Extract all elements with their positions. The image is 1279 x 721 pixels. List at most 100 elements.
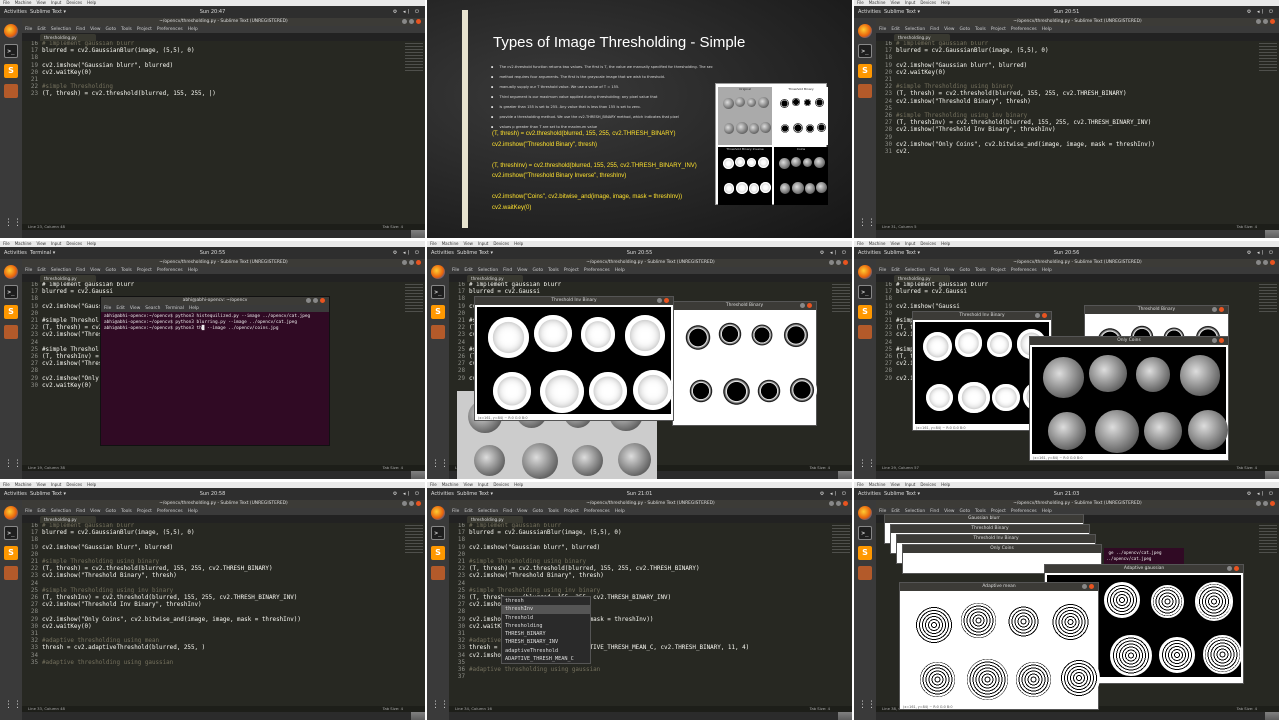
terminal-icon[interactable]: >_ (4, 285, 18, 299)
close-icon[interactable] (843, 260, 848, 265)
autocomplete-item[interactable]: adaptiveThreshold (502, 647, 590, 655)
menu-item-view[interactable]: View (90, 508, 100, 515)
menu-item-find[interactable]: Find (76, 508, 85, 515)
tab-size[interactable]: Tab Size: 4 (383, 224, 403, 230)
menu-item-goto[interactable]: Goto (106, 26, 117, 33)
terminal-icon[interactable]: >_ (858, 44, 872, 58)
close-icon[interactable] (1042, 313, 1047, 318)
firefox-icon[interactable] (431, 506, 445, 520)
terminal-icon[interactable]: >_ (4, 44, 18, 58)
menu-item-tools[interactable]: Tools (548, 508, 559, 515)
terminal-menu-item[interactable]: View (130, 305, 140, 312)
maximize-icon[interactable] (409, 260, 414, 265)
sublime-icon[interactable]: S (4, 546, 18, 560)
menu-item-help[interactable]: Help (1042, 267, 1052, 274)
threshold-binary-window[interactable]: Threshold Binary (672, 301, 818, 426)
tab-size[interactable]: Tab Size: 4 (383, 465, 403, 471)
tab-size[interactable]: Tab Size: 4 (810, 706, 830, 712)
apps-grid-icon[interactable]: ⋮⋮ (4, 457, 22, 471)
menu-item-find[interactable]: Find (76, 267, 85, 274)
terminal-icon[interactable]: >_ (858, 285, 872, 299)
sublime-icon[interactable]: S (4, 64, 18, 78)
close-icon[interactable] (843, 501, 848, 506)
minimize-icon[interactable] (1227, 566, 1232, 571)
tab-size[interactable]: Tab Size: 4 (383, 706, 403, 712)
menu-item-preferences[interactable]: Preferences (157, 26, 183, 33)
code-editor[interactable]: 16 # implement gaussian blurr 17 blurred = … (876, 41, 1257, 224)
close-icon[interactable] (320, 298, 325, 303)
minimap[interactable] (832, 284, 850, 314)
code-editor[interactable]: 16 # implement gaussian blurr 17 blurred = … (22, 41, 403, 224)
autocomplete-item[interactable]: Threshold (502, 614, 590, 622)
terminal-menu-item[interactable]: File (104, 305, 111, 312)
apps-grid-icon[interactable]: ⋮⋮ (858, 457, 876, 471)
system-tray[interactable]: ⚙ ◂) ⏻ (1247, 491, 1275, 497)
menu-item-find[interactable]: Find (930, 26, 939, 33)
menu-item-help[interactable]: Help (188, 267, 198, 274)
menu-item-find[interactable]: Find (503, 508, 512, 515)
close-icon[interactable] (1234, 566, 1239, 571)
system-tray[interactable]: ⚙ ◂) ⏻ (393, 9, 421, 15)
maximize-icon[interactable] (409, 501, 414, 506)
menu-item-selection[interactable]: Selection (905, 26, 925, 33)
clock[interactable]: Sun 20:51 (854, 9, 1279, 15)
terminal-menu-item[interactable]: Edit (116, 305, 125, 312)
terminal-output[interactable]: abhi@abhi-opencv:~/opencv$ python3 histe… (101, 312, 329, 334)
terminal-icon[interactable]: >_ (431, 285, 445, 299)
system-tray[interactable]: ⚙ ◂) ⏻ (393, 250, 421, 256)
menu-item-edit[interactable]: Edit (37, 26, 46, 33)
image-canvas[interactable] (675, 312, 818, 419)
apps-grid-icon[interactable]: ⋮⋮ (4, 216, 22, 230)
menu-item-find[interactable]: Find (76, 26, 85, 33)
minimize-icon[interactable] (829, 501, 834, 506)
menu-item-help[interactable]: Help (615, 508, 625, 515)
menu-item-preferences[interactable]: Preferences (1011, 26, 1037, 33)
tab-thresholding-py[interactable]: thresholding.py (894, 34, 950, 41)
minimize-icon[interactable] (306, 298, 311, 303)
tab-thresholding-py[interactable]: thresholding.py (467, 275, 523, 282)
menu-item-project[interactable]: Project (564, 508, 579, 515)
system-tray[interactable]: ⚙ ◂) ⏻ (820, 491, 848, 497)
apps-grid-icon[interactable]: ⋮⋮ (431, 698, 449, 712)
autocomplete-item[interactable]: Thresholding (502, 622, 590, 630)
sublime-icon[interactable]: S (858, 546, 872, 560)
apps-grid-icon[interactable]: ⋮⋮ (431, 457, 449, 471)
menu-item-project[interactable]: Project (137, 267, 152, 274)
close-icon[interactable] (1219, 338, 1224, 343)
clock[interactable]: Sun 20:55 (427, 250, 852, 256)
maximize-icon[interactable] (409, 19, 414, 24)
apps-grid-icon[interactable]: ⋮⋮ (858, 698, 876, 712)
sublime-icon[interactable]: S (858, 64, 872, 78)
menu-item-preferences[interactable]: Preferences (157, 267, 183, 274)
terminal-window[interactable]: abhi@abhi-opencv: ~/opencv File Edit View Se… (100, 296, 330, 446)
menu-item-selection[interactable]: Selection (51, 26, 71, 33)
menu-item-goto[interactable]: Goto (960, 267, 971, 274)
sublime-icon[interactable]: S (858, 305, 872, 319)
close-icon[interactable] (416, 19, 421, 24)
tab-thresholding-py[interactable]: thresholding.py (40, 275, 96, 282)
menu-item-project[interactable]: Project (991, 26, 1006, 33)
clock[interactable]: Sun 21:03 (854, 491, 1279, 497)
shotwell-icon[interactable] (858, 84, 872, 98)
minimap[interactable] (405, 525, 423, 555)
menu-item-file[interactable]: File (879, 267, 886, 274)
menu-item-goto[interactable]: Goto (533, 267, 544, 274)
close-icon[interactable] (807, 303, 812, 308)
menu-item-file[interactable]: File (452, 508, 459, 515)
autocomplete-popup[interactable]: thresh threshInv Threshold Thresholding THRE… (501, 596, 591, 665)
menu-item-goto[interactable]: Goto (106, 508, 117, 515)
shotwell-icon[interactable] (431, 325, 445, 339)
apps-grid-icon[interactable]: ⋮⋮ (4, 698, 22, 712)
menu-item-help[interactable]: Help (615, 267, 625, 274)
threshold-inv-binary-window[interactable]: Threshold Inv Binary (x=161, y=84) ~ R:0 … (474, 296, 674, 421)
autocomplete-item[interactable]: THRESH_BINARY (502, 630, 590, 638)
clock[interactable]: Sun 20:55 (0, 250, 425, 256)
tab-size[interactable]: Tab Size: 4 (1237, 465, 1257, 471)
close-icon[interactable] (664, 298, 669, 303)
sublime-icon[interactable]: S (431, 546, 445, 560)
image-canvas[interactable] (902, 593, 1100, 703)
firefox-icon[interactable] (858, 506, 872, 520)
menu-item-help[interactable]: Help (188, 508, 198, 515)
firefox-icon[interactable] (858, 24, 872, 38)
menu-item-project[interactable]: Project (564, 267, 579, 274)
